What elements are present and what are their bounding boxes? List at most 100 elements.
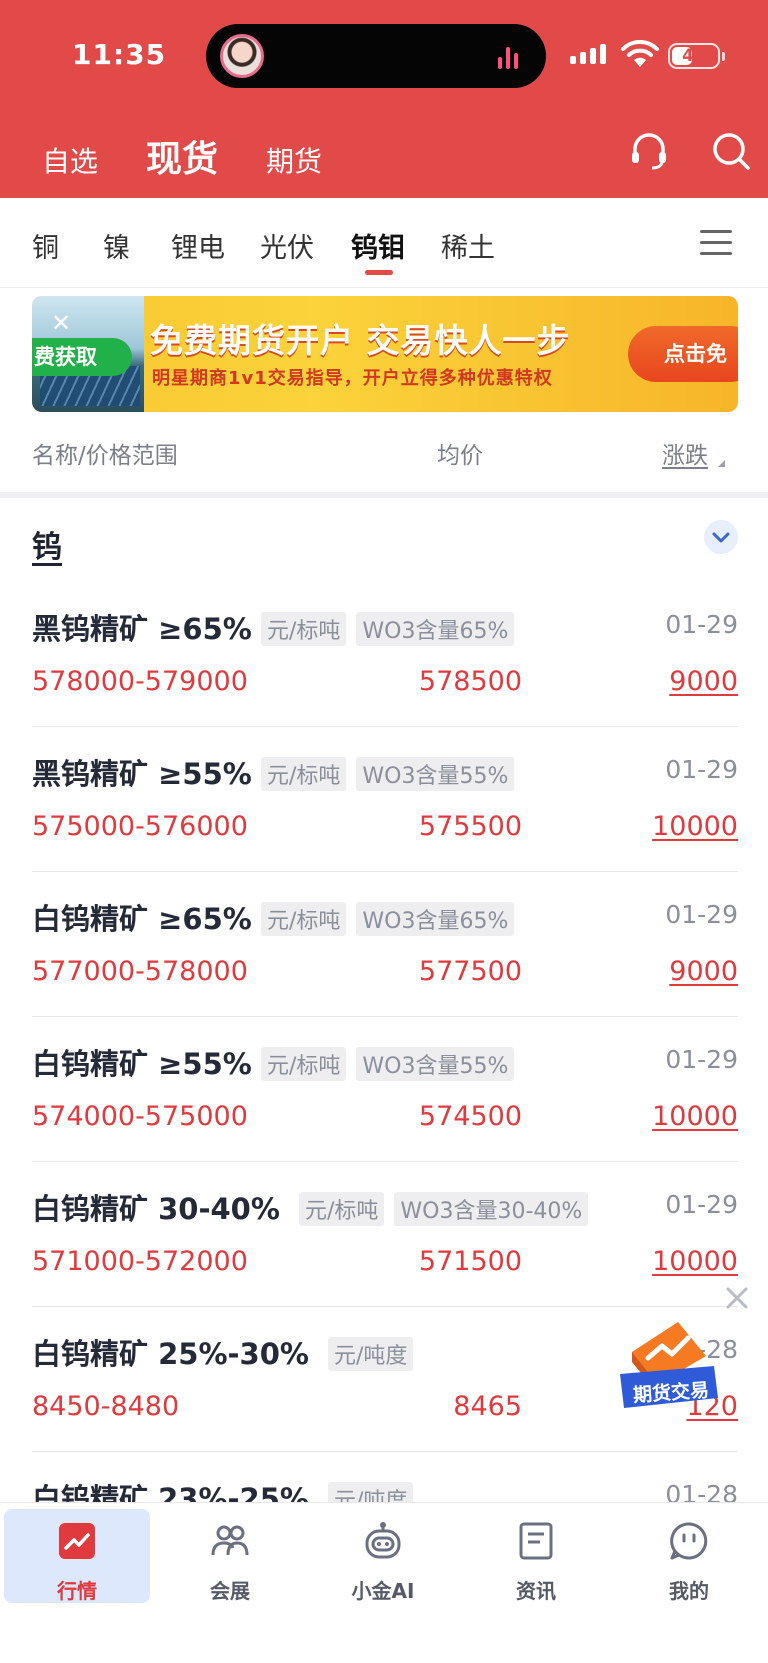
unit-tag: 元/标吨 [261,757,347,791]
tab-news[interactable]: 资讯 [463,1509,609,1603]
product-name: 白钨精矿 25%-30% [32,1337,309,1371]
category-photovoltaic[interactable]: 光伏 [260,226,314,265]
wifi-icon [621,40,659,67]
group-title[interactable]: 钨 [32,522,62,566]
unit-tag: 元/标吨 [299,1192,385,1226]
tab-label: 资讯 [516,1579,556,1603]
tab-spot[interactable]: 现货 [146,130,218,182]
top-nav: 自选 现货 期货 [42,130,370,182]
app-header: 11:35 41 自选 现货 期货 [0,0,768,198]
tab-futures[interactable]: 期货 [266,140,322,180]
price-range: 574000-575000 [32,1101,248,1132]
close-icon[interactable]: ✕ [50,311,72,335]
active-category-indicator [365,270,393,275]
tab-label: 小金AI [351,1579,415,1603]
chart-icon [59,1523,95,1559]
chevron-down-icon[interactable] [704,520,738,554]
avg-price: 574500 [418,1101,522,1132]
product-name: 黑钨精矿 ≥65% [32,612,252,646]
price-date: 01-29 [665,1045,738,1074]
category-rare-earth[interactable]: 稀土 [441,226,495,265]
customer-service-icon[interactable] [628,130,670,172]
avg-price: 575500 [418,811,522,842]
tab-label: 行情 [57,1579,97,1603]
audio-bars-icon [498,45,518,69]
tab-profile[interactable]: 我的 [616,1509,762,1603]
status-bar: 11:35 41 [0,0,768,110]
price-change: 10000 [652,1101,738,1132]
status-time: 11:35 [72,38,167,71]
unit-tag: 元/标吨 [261,902,347,936]
product-name: 白钨精矿 30-40% [32,1192,280,1226]
spec-tag: WO3含量30-40% [394,1192,589,1226]
table-row[interactable]: 黑钨精矿 ≥55% 元/标吨 WO3含量55% 01-29 575000-576… [32,727,738,872]
now-playing-avatar [220,34,264,78]
price-change: 10000 [652,1246,738,1277]
price-range: 571000-572000 [32,1246,248,1277]
section-divider [0,492,768,498]
spec-tag: WO3含量55% [356,1047,515,1081]
category-nickel[interactable]: 镍 [103,226,130,265]
column-header: 名称/价格范围 均价 涨跌 [0,420,768,490]
profile-icon [670,1522,708,1560]
banner-badge: 费获取 [32,338,132,376]
dynamic-island [206,24,546,88]
price-date: 01-29 [665,900,738,929]
banner-subline: 明星期商1v1交易指导，开户立得多种优惠特权 [152,368,553,389]
search-icon[interactable] [710,130,752,172]
bottom-tab-bar: 行情 会展 小金AI 资讯 我的 [0,1502,768,1663]
avg-price: 577500 [418,956,522,987]
product-name: 白钨精矿 ≥65% [32,902,252,936]
table-row[interactable]: 白钨精矿 ≥55% 元/标吨 WO3含量55% 01-29 574000-575… [32,1017,738,1162]
menu-icon[interactable] [700,230,732,258]
spec-tag: WO3含量55% [356,757,515,791]
product-name: 黑钨精矿 ≥55% [32,757,252,791]
unit-tag: 元/吨度 [328,1337,414,1371]
column-name: 名称/价格范围 [32,443,178,469]
unit-tag: 元/标吨 [261,1047,347,1081]
banner-headline: 免费期货开户 交易快人一步 [150,321,571,360]
avg-price: 578500 [418,666,522,697]
price-change: 9000 [669,666,738,697]
tab-watchlist[interactable]: 自选 [42,140,98,180]
sort-arrow-icon [718,460,725,467]
price-range: 575000-576000 [32,811,248,842]
battery-icon: 41 [668,43,725,69]
price-date: 01-29 [665,1190,738,1219]
price-range: 8450-8480 [32,1391,180,1422]
category-tabs: 铜 镍 锂电 光伏 钨钼 稀土 [0,198,768,288]
table-row[interactable]: 白钨精矿 ≥65% 元/标吨 WO3含量65% 01-29 577000-578… [32,872,738,1017]
tab-label: 我的 [669,1579,709,1603]
price-date: 01-29 [665,610,738,639]
price-range: 577000-578000 [32,956,248,987]
tab-market[interactable]: 行情 [4,1509,150,1603]
people-icon [211,1525,249,1556]
price-change: 9000 [669,956,738,987]
battery-level: 41 [682,46,706,66]
close-icon[interactable] [724,1285,750,1311]
column-avg: 均价 [437,443,483,469]
product-name: 白钨精矿 ≥55% [32,1047,252,1081]
avg-price: 571500 [418,1246,522,1277]
avg-price: 8465 [453,1391,522,1422]
category-tungsten-molybdenum[interactable]: 钨钼 [351,226,405,265]
column-change-sort[interactable]: 涨跌 [662,436,708,470]
table-row[interactable]: 黑钨精矿 ≥65% 元/标吨 WO3含量65% 01-29 578000-579… [32,582,738,727]
tab-ai[interactable]: 小金AI [310,1509,456,1603]
price-date: 01-29 [665,755,738,784]
tab-expo[interactable]: 会展 [157,1509,303,1603]
table-row[interactable]: 白钨精矿 30-40% 元/标吨 WO3含量30-40% 01-29 57100… [32,1162,738,1307]
robot-icon [365,1522,401,1559]
banner-cta-button[interactable]: 点击免 [628,326,738,382]
futures-trading-float-button[interactable]: 期货交易 [618,1318,722,1414]
spec-tag: WO3含量65% [356,612,515,646]
category-copper[interactable]: 铜 [32,226,59,265]
unit-tag: 元/标吨 [261,612,347,646]
price-range: 578000-579000 [32,666,248,697]
cellular-signal-icon [570,44,606,64]
tab-label: 会展 [210,1579,250,1603]
promo-banner[interactable]: 费获取 ✕ 免费期货开户 交易快人一步 明星期商1v1交易指导，开户立得多种优惠… [32,296,738,412]
category-lithium[interactable]: 锂电 [171,226,225,265]
spec-tag: WO3含量65% [356,902,515,936]
price-change: 10000 [652,811,738,842]
